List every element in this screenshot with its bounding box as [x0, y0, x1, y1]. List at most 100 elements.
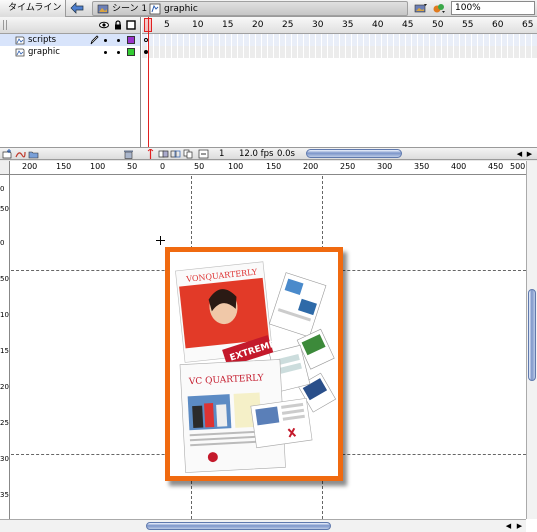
frame-row-scripts[interactable]: [142, 34, 537, 46]
insert-folder-icon[interactable]: [28, 149, 39, 159]
frame-number: 30: [312, 20, 324, 30]
back-arrow-icon[interactable]: [70, 2, 84, 14]
onion-skin-outlines-icon[interactable]: [170, 149, 181, 159]
layer-row-scripts[interactable]: scripts: [0, 34, 140, 46]
zoom-field[interactable]: 100%: [451, 1, 535, 15]
frame-number: 20: [252, 20, 264, 30]
ruler-label: 300: [377, 162, 393, 171]
ruler-label: 200: [22, 162, 38, 171]
top-bar: タイムライン シーン 1 graphic 100%: [0, 0, 537, 17]
scroll-left-icon[interactable]: ◀: [504, 521, 513, 531]
lock-dot[interactable]: [117, 39, 120, 42]
ruler-label: 0: [160, 162, 166, 171]
timeline-panel: scripts graphic 5 10 15 20 25 30 35 40 4…: [0, 17, 537, 147]
ruler-label: 400: [451, 162, 467, 171]
onion-skin-icon[interactable]: [158, 149, 169, 159]
timeline-status-bar: 1 12.0 fps 0.0s ◀ ▶: [0, 147, 537, 160]
ruler-label: 500: [510, 162, 526, 171]
ruler-label: 200: [303, 162, 319, 171]
scene-icon: [97, 4, 109, 14]
frame-number: 45: [402, 20, 414, 30]
visibility-dot[interactable]: [104, 39, 107, 42]
panel-grip[interactable]: [3, 20, 7, 30]
scroll-left-icon[interactable]: ◀: [515, 149, 524, 159]
eye-icon[interactable]: [99, 20, 109, 30]
ruler-label: 300: [0, 455, 9, 463]
frame-number: 65: [522, 20, 534, 30]
visibility-dot[interactable]: [104, 51, 107, 54]
breadcrumb-graphic-label: graphic: [164, 4, 198, 14]
ruler-label: 350: [0, 491, 9, 499]
horizontal-scroll-thumb[interactable]: [146, 522, 331, 530]
frame-number: 55: [462, 20, 474, 30]
ruler-label: 0: [0, 239, 5, 247]
ruler-label: 150: [56, 162, 72, 171]
ruler-label: 450: [488, 162, 504, 171]
elapsed-time: 0.0s: [277, 149, 295, 159]
breadcrumb-scene-label: シーン 1: [112, 4, 148, 14]
insert-layer-icon[interactable]: [2, 149, 13, 159]
graphic-symbol-icon: [149, 3, 161, 15]
timeline-scroll-thumb[interactable]: [306, 149, 402, 158]
layer-color-swatch[interactable]: [127, 48, 135, 56]
frame-number: 60: [492, 20, 504, 30]
timeline-tab[interactable]: タイムライン: [0, 0, 66, 17]
trash-icon[interactable]: [123, 149, 134, 159]
ruler-label: 100: [228, 162, 244, 171]
ruler-label: 150: [0, 347, 9, 355]
frame-row-graphic[interactable]: [142, 46, 537, 58]
lock-icon[interactable]: [113, 20, 123, 30]
modify-onion-markers-icon[interactable]: [198, 149, 209, 159]
layer-name[interactable]: graphic: [28, 46, 60, 58]
frame-ruler[interactable]: 5 10 15 20 25 30 35 40 45 50 55 60 65: [142, 17, 537, 34]
stage-area: 200 150 100 50 0 50 100 150 200 250 300 …: [0, 161, 537, 532]
frame-number: 40: [372, 20, 384, 30]
center-frame-icon[interactable]: [145, 149, 156, 159]
add-motion-guide-icon[interactable]: [15, 149, 26, 159]
scroll-right-icon[interactable]: ▶: [515, 521, 524, 531]
frame-rate[interactable]: 12.0 fps: [239, 149, 273, 159]
ruler-corner: [0, 161, 10, 175]
ruler-label: 50: [0, 275, 9, 283]
current-frame: 1: [219, 149, 225, 159]
vertical-scrollbar[interactable]: [526, 161, 537, 519]
playhead-line: [148, 17, 149, 147]
ruler-label: 50: [194, 162, 205, 171]
layer-header: [0, 17, 140, 34]
edit-scene-icon[interactable]: [414, 2, 428, 14]
ruler-label: 100: [0, 311, 9, 319]
outline-icon[interactable]: [126, 20, 136, 30]
scroll-right-icon[interactable]: ▶: [525, 149, 534, 159]
ruler-left: 0 50 0 50 100 150 200 250 300 350: [0, 175, 10, 519]
stage-canvas[interactable]: VONQUARTERLY EXTREME VC QUARTERLY: [11, 176, 526, 519]
frame-number: 35: [342, 20, 354, 30]
layer-icon: [15, 36, 25, 45]
frame-grid[interactable]: 5 10 15 20 25 30 35 40 45 50 55 60 65: [142, 17, 537, 147]
edit-multiple-frames-icon[interactable]: [183, 149, 194, 159]
frame-number: 15: [222, 20, 234, 30]
layer-list: scripts graphic: [0, 17, 141, 147]
pencil-icon: [90, 35, 99, 45]
frame-number: 10: [192, 20, 204, 30]
ruler-label: 50: [0, 205, 9, 213]
ruler-label: 150: [266, 162, 282, 171]
layer-name[interactable]: scripts: [28, 34, 56, 46]
breadcrumb: シーン 1 graphic: [92, 1, 408, 16]
lock-dot[interactable]: [117, 51, 120, 54]
layer-color-swatch[interactable]: [127, 36, 135, 44]
vertical-scroll-thumb[interactable]: [528, 289, 536, 381]
registration-point-icon: [156, 236, 165, 245]
frame-number: 50: [432, 20, 444, 30]
layer-row-graphic[interactable]: graphic: [0, 46, 140, 58]
layer-icon: [15, 48, 25, 57]
edit-symbol-icon[interactable]: [432, 2, 446, 14]
ruler-top: 200 150 100 50 0 50 100 150 200 250 300 …: [10, 161, 526, 175]
frame-number: 5: [164, 20, 170, 30]
ruler-label: 100: [90, 162, 106, 171]
artwork-frame[interactable]: VONQUARTERLY EXTREME VC QUARTERLY: [165, 247, 343, 481]
horizontal-scrollbar[interactable]: ◀ ▶: [0, 519, 526, 532]
magazine-collage-image[interactable]: VONQUARTERLY EXTREME VC QUARTERLY: [170, 252, 338, 476]
frame-number: 25: [282, 20, 294, 30]
ruler-label: 200: [0, 383, 9, 391]
ruler-label: 350: [414, 162, 430, 171]
